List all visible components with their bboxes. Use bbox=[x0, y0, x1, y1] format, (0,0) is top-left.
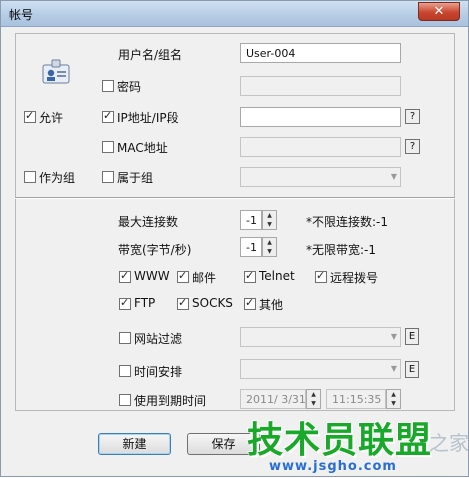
mac-help-button[interactable]: ? bbox=[405, 139, 420, 154]
service-mail-checkbox[interactable] bbox=[177, 269, 189, 283]
service-telnet-label: Telnet bbox=[259, 269, 295, 283]
expire-time-field[interactable]: 11:15:35 bbox=[326, 389, 386, 409]
service-telnet-checkbox[interactable] bbox=[244, 269, 256, 283]
watermark-url: www.jsgho.com bbox=[269, 459, 397, 474]
as-group-checkbox[interactable] bbox=[24, 171, 36, 183]
service-socks-checkbox[interactable] bbox=[177, 296, 189, 310]
password-field[interactable] bbox=[240, 76, 401, 96]
web-filter-label: 网站过滤 bbox=[134, 332, 183, 346]
ip-help-button[interactable]: ? bbox=[405, 109, 420, 124]
ip-field[interactable] bbox=[240, 107, 401, 127]
chevron-down-icon: ▼ bbox=[390, 172, 397, 181]
watermark-suffix: 之家 bbox=[429, 431, 469, 455]
service-dialup-checkbox[interactable] bbox=[315, 269, 327, 283]
username-label: 用户名/组名 bbox=[118, 48, 183, 62]
schedule-edit-button[interactable]: E bbox=[405, 361, 419, 378]
service-socks-label: SOCKS bbox=[192, 296, 233, 310]
max-conn-spinner[interactable]: ▲ ▼ bbox=[262, 210, 277, 230]
max-conn-label: 最大连接数 bbox=[118, 215, 179, 229]
title-bar[interactable]: 帐号 ✕ bbox=[1, 1, 468, 27]
service-www-checkbox[interactable] bbox=[119, 269, 131, 283]
account-dialog: 帐号 ✕ 用户名/组名 User-004 密码 允许 IP地址/IP段 ? MA… bbox=[0, 0, 469, 477]
mac-label: MAC地址 bbox=[117, 141, 168, 155]
mac-checkbox[interactable] bbox=[102, 141, 114, 153]
bandwidth-label: 带宽(字节/秒) bbox=[118, 243, 192, 257]
chevron-down-icon: ▼ bbox=[390, 332, 397, 341]
service-dialup-label: 远程拨号 bbox=[330, 271, 379, 285]
schedule-select[interactable]: ▼ bbox=[240, 359, 401, 379]
expire-time-spinner[interactable]: ▲ ▼ bbox=[386, 389, 401, 409]
new-button[interactable]: 新建 bbox=[98, 433, 171, 455]
group-label: 属于组 bbox=[117, 171, 154, 185]
watermark-logo: 技术员联盟 之家 www.jsgho.com bbox=[239, 409, 469, 478]
expire-checkbox[interactable] bbox=[119, 394, 131, 406]
ip-checkbox[interactable] bbox=[102, 109, 114, 123]
chevron-down-icon: ▼ bbox=[390, 364, 397, 373]
allow-label: 允许 bbox=[39, 111, 64, 125]
section-divider bbox=[15, 197, 455, 199]
as-group-label: 作为组 bbox=[39, 171, 76, 185]
expire-label: 使用到期时间 bbox=[134, 394, 207, 408]
expire-date-spinner[interactable]: ▲ ▼ bbox=[306, 389, 321, 409]
mac-field[interactable] bbox=[240, 137, 401, 157]
expire-date-field[interactable]: 2011/ 3/31 bbox=[240, 389, 306, 409]
allow-checkbox[interactable] bbox=[24, 109, 36, 123]
watermark-brand: 技术员联盟 bbox=[247, 420, 433, 461]
bandwidth-field[interactable]: -1 bbox=[240, 237, 262, 257]
service-ftp-label: FTP bbox=[134, 296, 156, 310]
close-button[interactable]: ✕ bbox=[418, 2, 460, 21]
bandwidth-spinner[interactable]: ▲ ▼ bbox=[262, 237, 277, 257]
web-filter-select[interactable]: ▼ bbox=[240, 327, 401, 347]
password-checkbox[interactable] bbox=[102, 80, 114, 92]
max-conn-field[interactable]: -1 bbox=[240, 210, 262, 230]
ip-label: IP地址/IP段 bbox=[117, 111, 179, 125]
service-ftp-checkbox[interactable] bbox=[119, 296, 131, 310]
service-other-checkbox[interactable] bbox=[244, 296, 256, 310]
bandwidth-hint: *无限带宽:-1 bbox=[306, 243, 377, 257]
web-filter-checkbox[interactable] bbox=[119, 332, 131, 344]
service-mail-label: 邮件 bbox=[192, 271, 217, 285]
user-card-icon bbox=[42, 59, 70, 84]
max-conn-hint: *不限连接数:-1 bbox=[306, 215, 389, 229]
web-filter-edit-button[interactable]: E bbox=[405, 328, 419, 345]
group-select[interactable]: ▼ bbox=[240, 167, 401, 187]
window-title: 帐号 bbox=[9, 8, 34, 22]
service-other-label: 其他 bbox=[259, 298, 284, 312]
schedule-checkbox[interactable] bbox=[119, 365, 131, 377]
schedule-label: 时间安排 bbox=[134, 365, 183, 379]
password-label: 密码 bbox=[117, 80, 142, 94]
service-www-label: WWW bbox=[134, 269, 170, 283]
group-checkbox[interactable] bbox=[102, 171, 114, 183]
username-field[interactable]: User-004 bbox=[240, 43, 401, 63]
